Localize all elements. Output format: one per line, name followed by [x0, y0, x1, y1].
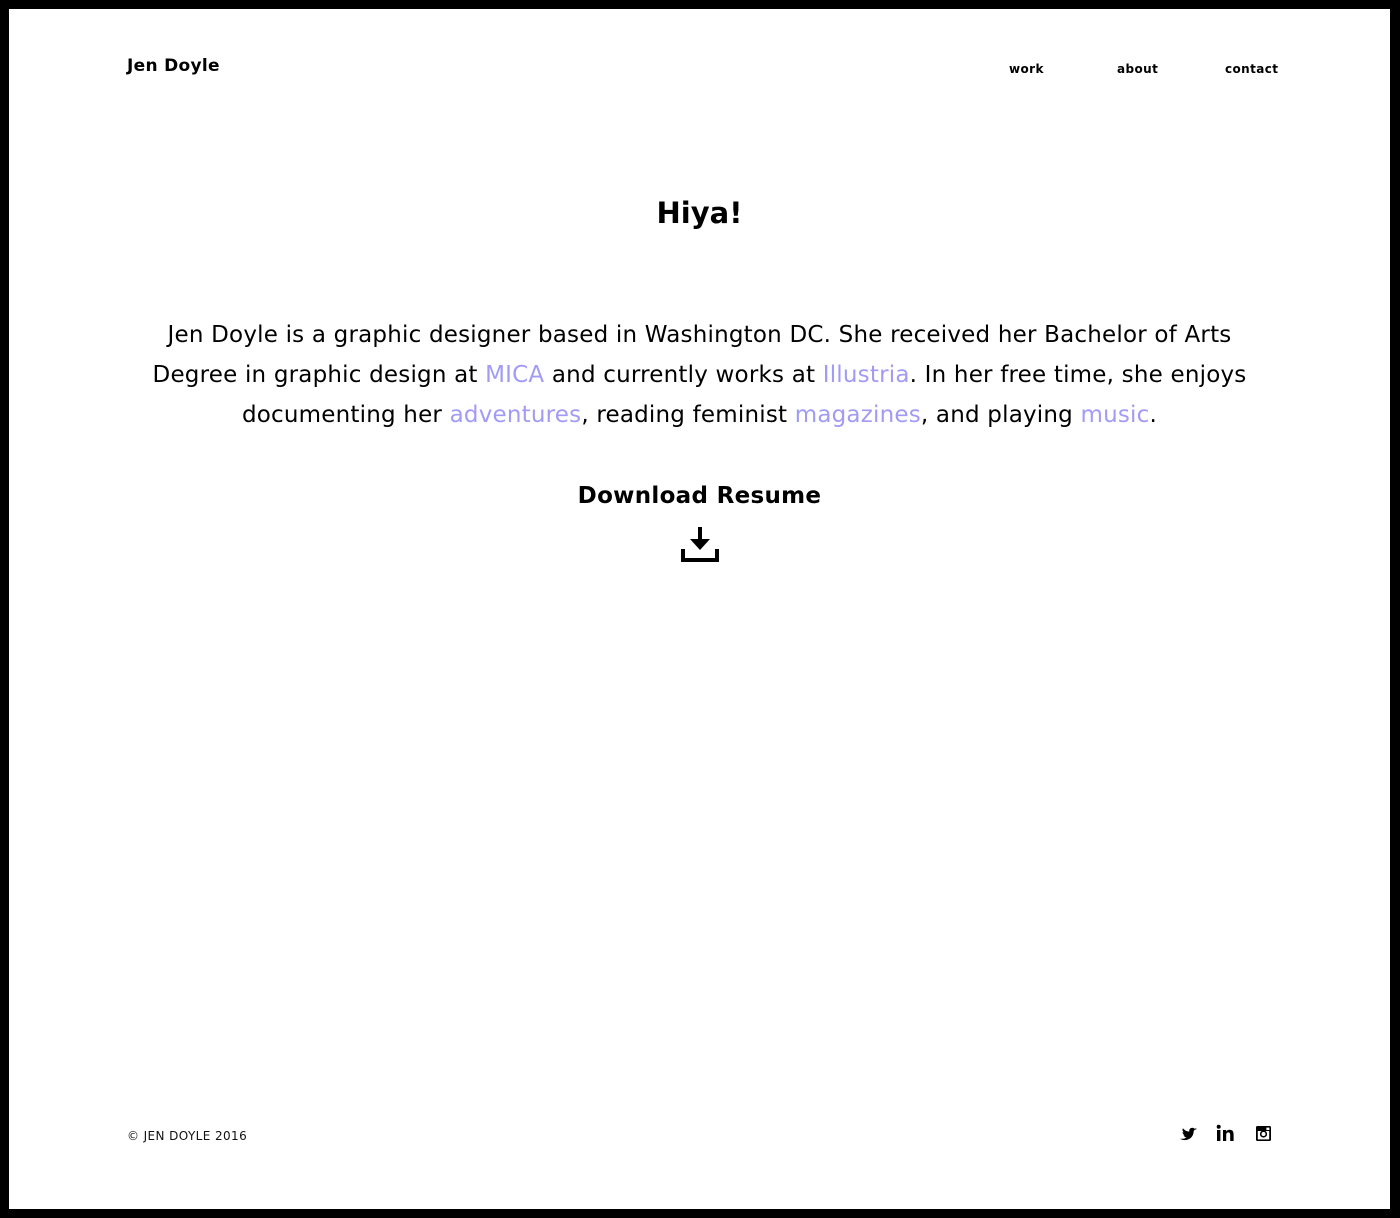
site-brand-link[interactable]: Jen Doyle [127, 56, 220, 76]
nav-contact-link[interactable]: contact [1225, 62, 1278, 76]
twitter-link[interactable] [1177, 1123, 1199, 1145]
bio-paragraph: Jen Doyle is a graphic designer based in… [129, 315, 1270, 435]
linkedin-icon [1216, 1124, 1234, 1141]
linkedin-link[interactable] [1215, 1123, 1237, 1145]
download-icon[interactable] [680, 527, 719, 563]
page-heading: Hiya! [656, 196, 743, 230]
download-resume-link[interactable]: Download Resume [9, 479, 1390, 567]
bio-text: and currently works at [544, 362, 823, 388]
illustria-link[interactable]: Illustria [823, 362, 910, 388]
instagram-icon [1256, 1126, 1271, 1141]
nav-about-link[interactable]: about [1117, 62, 1158, 76]
bio-text: , and playing [920, 402, 1081, 428]
page-frame: Jen Doyle work about contact Hiya! Jen D… [9, 9, 1390, 1209]
copyright-text: © JEN DOYLE 2016 [127, 1129, 248, 1143]
twitter-icon [1180, 1127, 1197, 1141]
nav-work-link[interactable]: work [1009, 62, 1044, 76]
bio-text: . [1149, 402, 1158, 428]
instagram-link[interactable] [1253, 1123, 1275, 1145]
bio-text: , reading feminist [581, 402, 795, 428]
mica-link[interactable]: MICA [485, 362, 544, 388]
music-link[interactable]: music [1080, 402, 1149, 428]
magazines-link[interactable]: magazines [795, 402, 921, 428]
download-resume-label: Download Resume [577, 483, 822, 509]
adventures-link[interactable]: adventures [450, 402, 582, 428]
